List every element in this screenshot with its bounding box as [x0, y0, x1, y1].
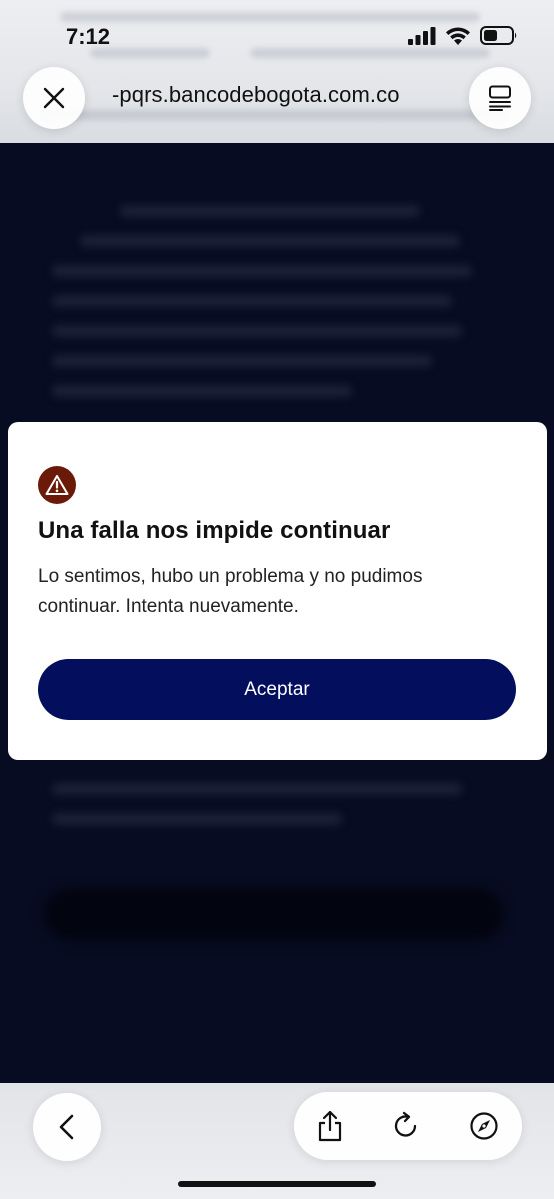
battery-icon [480, 26, 517, 45]
browser-header: 7:12 -pqrs.bancodebogota.com.co [0, 0, 554, 143]
cellular-signal-icon [408, 26, 436, 45]
wifi-icon [446, 27, 470, 45]
status-time: 7:12 [66, 24, 111, 49]
back-icon [59, 1114, 74, 1140]
tabs-button[interactable] [469, 67, 531, 129]
url-bar: -pqrs.bancodebogota.com.co [0, 66, 554, 130]
back-button[interactable] [33, 1093, 101, 1161]
background-button-blur [44, 888, 504, 940]
accept-button[interactable]: Aceptar [38, 659, 516, 720]
compass-icon [470, 1112, 498, 1140]
dialog-message: Lo sentimos, hubo un problema y no pudim… [38, 566, 423, 617]
reload-icon [394, 1111, 417, 1137]
error-dialog: Una falla nos impide continuar Lo sentim… [8, 422, 547, 760]
reload-button[interactable] [386, 1106, 426, 1146]
warning-icon [38, 466, 76, 504]
share-icon [318, 1110, 342, 1142]
browser-toolbar [0, 1083, 554, 1199]
dialog-title: Una falla nos impide continuar [38, 517, 391, 544]
url-text[interactable]: -pqrs.bancodebogota.com.co [112, 82, 472, 108]
close-button[interactable] [23, 67, 85, 129]
share-button[interactable] [310, 1106, 350, 1146]
home-indicator [178, 1181, 376, 1187]
tabs-icon [489, 85, 511, 111]
status-bar: 7:12 [0, 0, 554, 66]
compass-button[interactable] [464, 1106, 504, 1146]
status-icons [408, 26, 518, 45]
close-icon [43, 87, 65, 109]
toolbar-actions [294, 1092, 522, 1160]
